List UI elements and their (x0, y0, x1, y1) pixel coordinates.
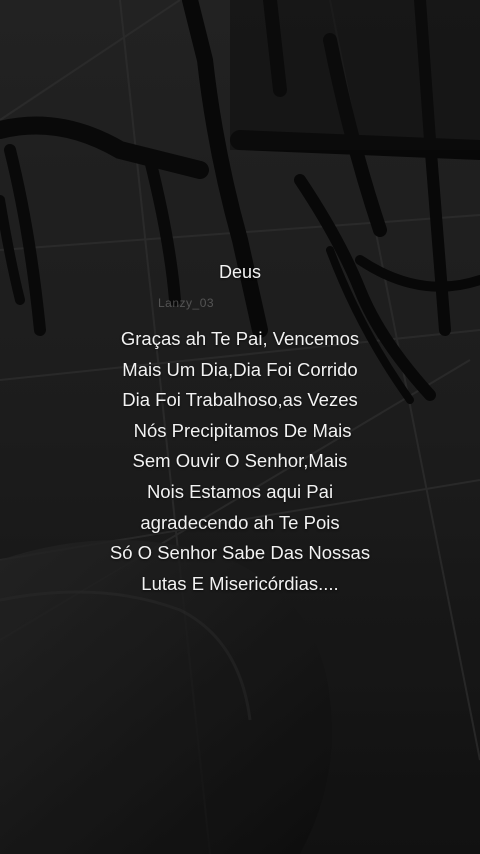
post-message: Graças ah Te Pai, Vencemos Mais Um Dia,D… (0, 324, 480, 599)
message-line: Nois Estamos aqui Pai (146, 480, 334, 502)
post-title: Deus (218, 262, 262, 282)
message-line: Mais Um Dia,Dia Foi Corrido (122, 358, 358, 380)
message-line: Lutas E Misericórdias.... (141, 572, 339, 594)
message-line: agradecendo ah Te Pois (140, 511, 340, 533)
message-line: Graças ah Te Pai, Vencemos (120, 328, 360, 349)
message-line: Nós Precipitamos De Mais (128, 419, 352, 441)
photo-frame: Deus Lanzy_03 Graças ah Te Pai, Vencemos… (0, 0, 480, 854)
message-line: Dia Foi Trabalhoso,as Vezes (122, 389, 358, 411)
message-line: Só O Senhor Sabe Das Nossas (109, 542, 371, 564)
author-watermark: Lanzy_03 (158, 296, 215, 310)
message-line: Sem Ouvir O Senhor,Mais (132, 450, 348, 472)
